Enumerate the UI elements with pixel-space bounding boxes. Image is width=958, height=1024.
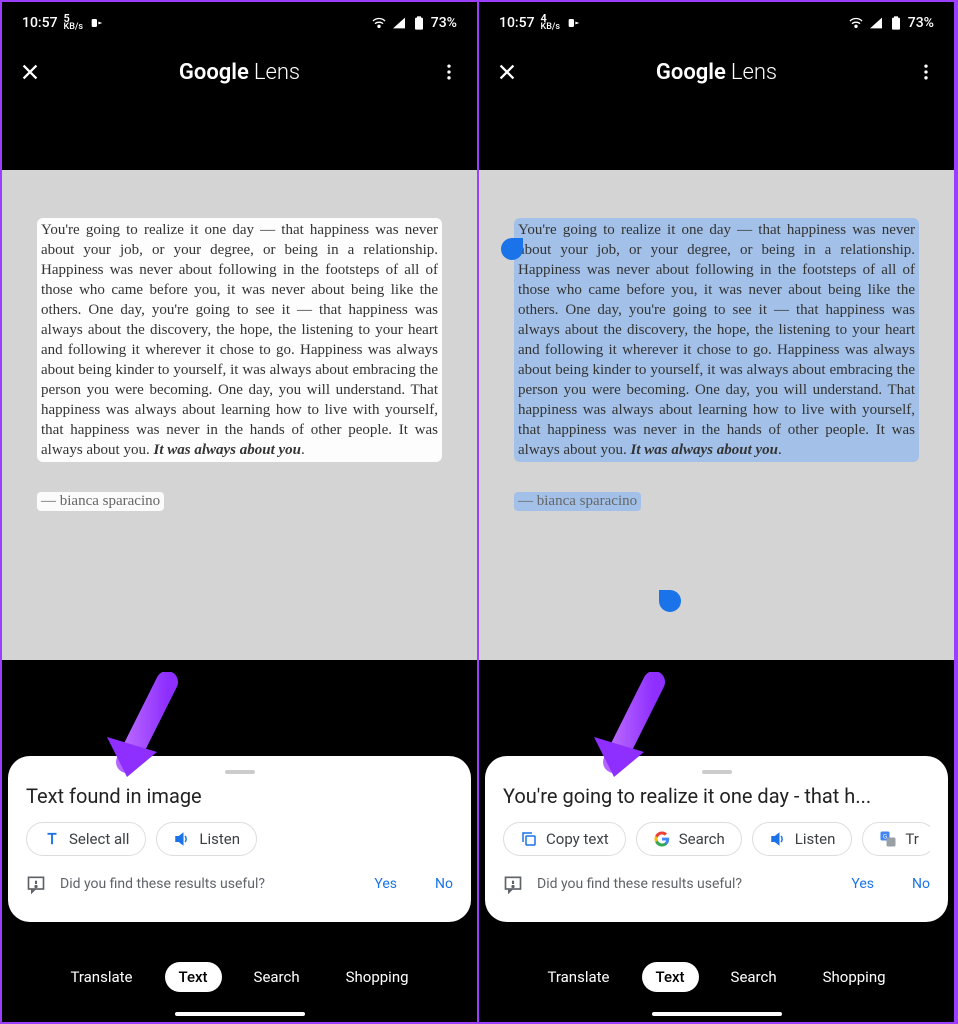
status-kbs: 5KB/s [64,14,84,32]
feedback-no[interactable]: No [435,876,453,892]
feedback-icon [503,874,523,894]
speaker-icon [173,830,191,848]
status-time: 10:57 [499,15,535,31]
chip-label: Copy text [546,830,609,848]
speaker-icon [769,830,787,848]
listen-button[interactable]: Listen [156,822,257,856]
feedback-text: Did you find these results useful? [537,876,742,892]
google-g-icon [653,830,671,848]
home-indicator[interactable] [652,1012,782,1016]
translate-icon: G [879,830,897,848]
feedback-no[interactable]: No [912,876,930,892]
signal-icon [391,15,407,31]
select-all-button[interactable]: Select all [26,822,146,856]
tab-shopping[interactable]: Shopping [809,962,900,992]
bottom-sheet: Text found in image Select all Listen Di… [8,756,471,922]
recognized-text[interactable]: You're going to realize it one day — tha… [37,218,442,462]
status-bar: 10:57 4KB/s 73% [479,2,954,44]
chip-label: Tr [905,830,918,848]
feedback-icon [26,874,46,894]
phone-left: 10:57 5KB/s 73% GoogleLens You're going … [2,2,479,1022]
selection-handle-end[interactable] [659,590,681,612]
sheet-title: Text found in image [26,784,453,808]
drag-handle[interactable] [225,770,255,774]
action-chips: Copy text Search Listen G Tr [503,822,930,856]
battery-icon [888,15,904,31]
image-viewport[interactable]: You're going to realize it one day — tha… [479,170,954,660]
notification-icon [89,15,105,31]
bottom-sheet: You're going to realize it one day - tha… [485,756,948,922]
signal-icon [868,15,884,31]
wifi-icon [371,15,387,31]
chip-label: Listen [795,830,836,848]
feedback-row: Did you find these results useful? Yes N… [26,874,453,894]
listen-button[interactable]: Listen [752,822,853,856]
status-time: 10:57 [22,15,58,31]
app-bar: GoogleLens [479,44,954,100]
translate-button[interactable]: G Tr [862,822,930,856]
svg-text:G: G [883,833,887,840]
search-button[interactable]: Search [636,822,742,856]
feedback-row: Did you find these results useful? Yes N… [503,874,930,894]
status-kbs: 4KB/s [541,14,561,32]
text-icon [43,830,61,848]
feedback-text: Did you find these results useful? [60,876,265,892]
status-bar: 10:57 5KB/s 73% [2,2,477,44]
mode-tabs: Translate Text Search Shopping [2,962,477,992]
close-button[interactable] [495,60,519,84]
recognized-author[interactable]: — bianca sparacino [37,492,164,511]
chip-label: Listen [199,830,240,848]
recognized-text-selected[interactable]: You're going to realize it one day — tha… [514,218,919,462]
copy-text-button[interactable]: Copy text [503,822,626,856]
feedback-yes[interactable]: Yes [851,876,874,892]
tab-translate[interactable]: Translate [56,962,146,992]
selection-handle-start[interactable] [501,238,523,260]
app-title: GoogleLens [179,60,300,85]
home-indicator[interactable] [175,1012,305,1016]
status-battery: 73% [431,15,457,31]
chip-label: Select all [69,830,129,848]
action-chips: Select all Listen [26,822,453,856]
tab-shopping[interactable]: Shopping [332,962,423,992]
more-button[interactable] [914,60,938,84]
tab-search[interactable]: Search [717,962,791,992]
feedback-yes[interactable]: Yes [374,876,397,892]
recognized-author-selected[interactable]: — bianca sparacino [514,492,641,511]
image-viewport[interactable]: You're going to realize it one day — tha… [2,170,477,660]
sheet-title: You're going to realize it one day - tha… [503,784,930,808]
copy-icon [520,830,538,848]
more-button[interactable] [437,60,461,84]
wifi-icon [848,15,864,31]
close-button[interactable] [18,60,42,84]
tab-search[interactable]: Search [240,962,314,992]
battery-icon [411,15,427,31]
drag-handle[interactable] [702,770,732,774]
app-title: GoogleLens [656,60,777,85]
notification-icon [566,15,582,31]
status-battery: 73% [908,15,934,31]
tab-text[interactable]: Text [165,962,222,992]
mode-tabs: Translate Text Search Shopping [479,962,954,992]
app-bar: GoogleLens [2,44,477,100]
tab-translate[interactable]: Translate [533,962,623,992]
phone-right: 10:57 4KB/s 73% GoogleLens You're going … [479,2,956,1022]
tab-text[interactable]: Text [642,962,699,992]
chip-label: Search [679,830,725,848]
